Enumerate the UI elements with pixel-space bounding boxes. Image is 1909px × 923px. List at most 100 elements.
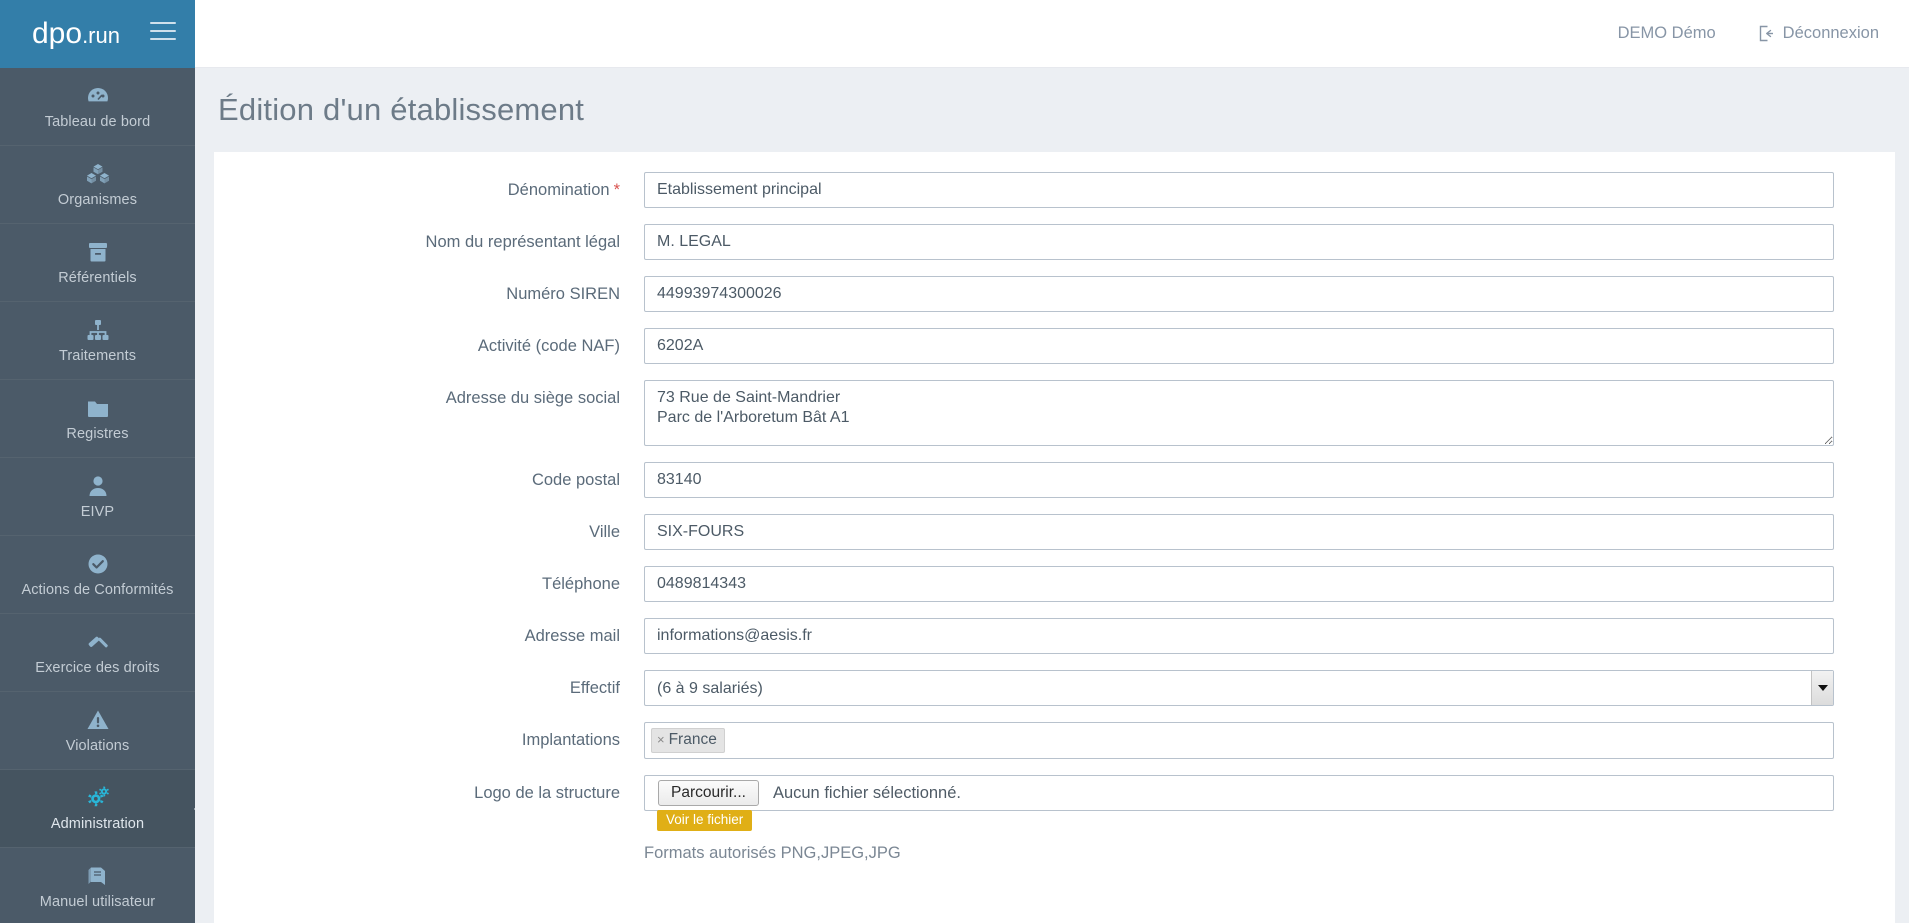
sidebar-item-label: EIVP	[80, 504, 115, 520]
label-denomination: Dénomination *	[214, 172, 644, 208]
form-row-denomination: Dénomination *	[214, 172, 1895, 208]
sign-out-icon	[1758, 25, 1775, 42]
label-adresse-mail: Adresse mail	[214, 618, 644, 654]
check-circle-icon	[85, 551, 111, 577]
label-representant-legal: Nom du représentant légal	[214, 224, 644, 260]
active-item-caret-icon	[194, 797, 205, 820]
telephone-input[interactable]	[644, 566, 1834, 602]
logo-text-main: dpo	[32, 17, 83, 50]
sidebar-item-registres[interactable]: Registres	[0, 380, 195, 458]
file-status-text: Aucun fichier sélectionné.	[772, 783, 961, 802]
numero-siren-input[interactable]	[644, 276, 1834, 312]
implantations-tag-input[interactable]: × France	[644, 722, 1834, 759]
label-telephone: Téléphone	[214, 566, 644, 602]
label-text: Effectif	[569, 679, 620, 697]
label-text: Activité (code NAF)	[477, 337, 620, 355]
label-text: Code postal	[531, 471, 620, 489]
warning-triangle-icon	[85, 707, 111, 733]
form-row-ville: Ville	[214, 514, 1895, 550]
sidebar-item-label: Organismes	[57, 192, 138, 208]
brand-header: dpo.run	[0, 0, 195, 68]
user-name[interactable]: DEMO Démo	[1618, 24, 1716, 43]
required-asterisk: *	[613, 181, 620, 199]
sitemap-icon	[85, 317, 111, 343]
label-text: Adresse mail	[524, 627, 620, 645]
representant-legal-input[interactable]	[644, 224, 1834, 260]
sidebar-item-exercice-des-droits[interactable]: Exercice des droits	[0, 614, 195, 692]
sidebar-item-label: Manuel utilisateur	[39, 894, 156, 910]
code-postal-input[interactable]	[644, 462, 1834, 498]
effectif-select[interactable]: (6 à 9 salariés)	[644, 670, 1834, 706]
logout-button[interactable]: Déconnexion	[1758, 24, 1879, 43]
gavel-icon	[85, 629, 111, 655]
form-row-implantations: Implantations × France	[214, 722, 1895, 759]
sidebar-item-label: Registres	[66, 426, 129, 442]
sidebar-item-label: Référentiels	[58, 270, 137, 286]
logo-upload-group: Parcourir... Aucun fichier sélectionné. Vo…	[644, 775, 1834, 863]
form-row-code-naf: Activité (code NAF)	[214, 328, 1895, 364]
implantation-tag-label: France	[668, 731, 717, 748]
control-numero-siren	[644, 276, 1834, 312]
logo-text-suffix: .run	[82, 23, 120, 48]
browse-button[interactable]: Parcourir...	[658, 780, 759, 806]
form-row-telephone: Téléphone	[214, 566, 1895, 602]
control-logo-structure: Parcourir... Aucun fichier sélectionné. Vo…	[644, 775, 1834, 863]
implantation-tag[interactable]: × France	[651, 728, 725, 753]
allowed-formats-note: Formats autorisés PNG,JPEG,JPG	[644, 844, 901, 862]
sidebar-item-manuel-utilisateur[interactable]: Manuel utilisateur	[0, 848, 195, 923]
form-row-adresse-mail: Adresse mail	[214, 618, 1895, 654]
logo-file-input[interactable]: Parcourir... Aucun fichier sélectionné. Vo…	[644, 775, 1834, 831]
sidebar-item-traitements[interactable]: Traitements	[0, 302, 195, 380]
app-root: dpo.run Tableau de bord Organismes Référen…	[0, 0, 1909, 923]
adresse-mail-input[interactable]	[644, 618, 1834, 654]
label-text: Dénomination	[507, 181, 610, 199]
adresse-siege-social-input[interactable]	[644, 380, 1834, 446]
label-text: Téléphone	[542, 575, 620, 593]
hamburger-icon[interactable]	[150, 22, 176, 44]
page-title: Édition d'un établissement	[218, 92, 585, 127]
label-text: Numéro SIREN	[506, 285, 620, 303]
sidebar-item-tableau-de-bord[interactable]: Tableau de bord	[0, 68, 195, 146]
page-title-bar: Édition d'un établissement	[195, 68, 1909, 152]
sidebar-item-label: Actions de Conformités	[21, 582, 174, 598]
app-logo[interactable]: dpo.run	[32, 19, 120, 49]
form-card: Dénomination* Nom du représentant légal Nu…	[214, 152, 1895, 923]
sidebar-item-administration[interactable]: Administration	[0, 770, 205, 848]
sidebar-item-violations[interactable]: Violations	[0, 692, 195, 770]
form-row-effectif: Effectif (6 à 9 salariés)	[214, 670, 1895, 706]
control-code-naf	[644, 328, 1834, 364]
view-file-button[interactable]: Voir le fichier	[657, 810, 753, 831]
remove-tag-icon[interactable]: ×	[657, 730, 665, 750]
label-text: Logo de la structure	[474, 784, 620, 802]
book-icon	[85, 863, 111, 889]
sidebar-item-label: Administration	[50, 816, 145, 832]
control-adresse-siege-social	[644, 380, 1834, 446]
sidebar-item-organismes[interactable]: Organismes	[0, 146, 195, 224]
control-code-postal	[644, 462, 1834, 498]
dashboard-gauge-icon	[85, 83, 111, 109]
label-numero-siren: Numéro SIREN	[214, 276, 644, 312]
label-implantations: Implantations	[214, 722, 644, 758]
label-ville: Ville	[214, 514, 644, 550]
control-telephone	[644, 566, 1834, 602]
form-row-representant-legal: Nom du représentant légal	[214, 224, 1895, 260]
sidebar-item-label: Violations	[65, 738, 130, 754]
form-row-adresse-siege-social: Adresse du siège social	[214, 380, 1895, 446]
sidebar-item-r-f-rentiels[interactable]: Référentiels	[0, 224, 195, 302]
label-text: Adresse du siège social	[445, 389, 620, 407]
sidebar-nav: Tableau de bord Organismes Référentiels Tra…	[0, 68, 205, 923]
archive-box-icon	[85, 239, 111, 265]
ville-input[interactable]	[644, 514, 1834, 550]
folder-icon	[85, 395, 111, 421]
denomination-input[interactable]	[644, 172, 1834, 208]
establishment-form: Dénomination* Nom du représentant légal Nu…	[214, 152, 1895, 863]
label-text: Implantations	[521, 731, 620, 749]
effectif-select-wrapper: (6 à 9 salariés)	[644, 670, 1834, 706]
code-naf-input[interactable]	[644, 328, 1834, 364]
sidebar: dpo.run Tableau de bord Organismes Référen…	[0, 0, 205, 923]
logout-label: Déconnexion	[1782, 24, 1879, 42]
sidebar-item-eivp[interactable]: EIVP	[0, 458, 195, 536]
sidebar-item-actions-de-conformit-s[interactable]: Actions de Conformités	[0, 536, 195, 614]
sidebar-item-label: Exercice des droits	[35, 660, 160, 676]
label-code-postal: Code postal	[214, 462, 644, 498]
